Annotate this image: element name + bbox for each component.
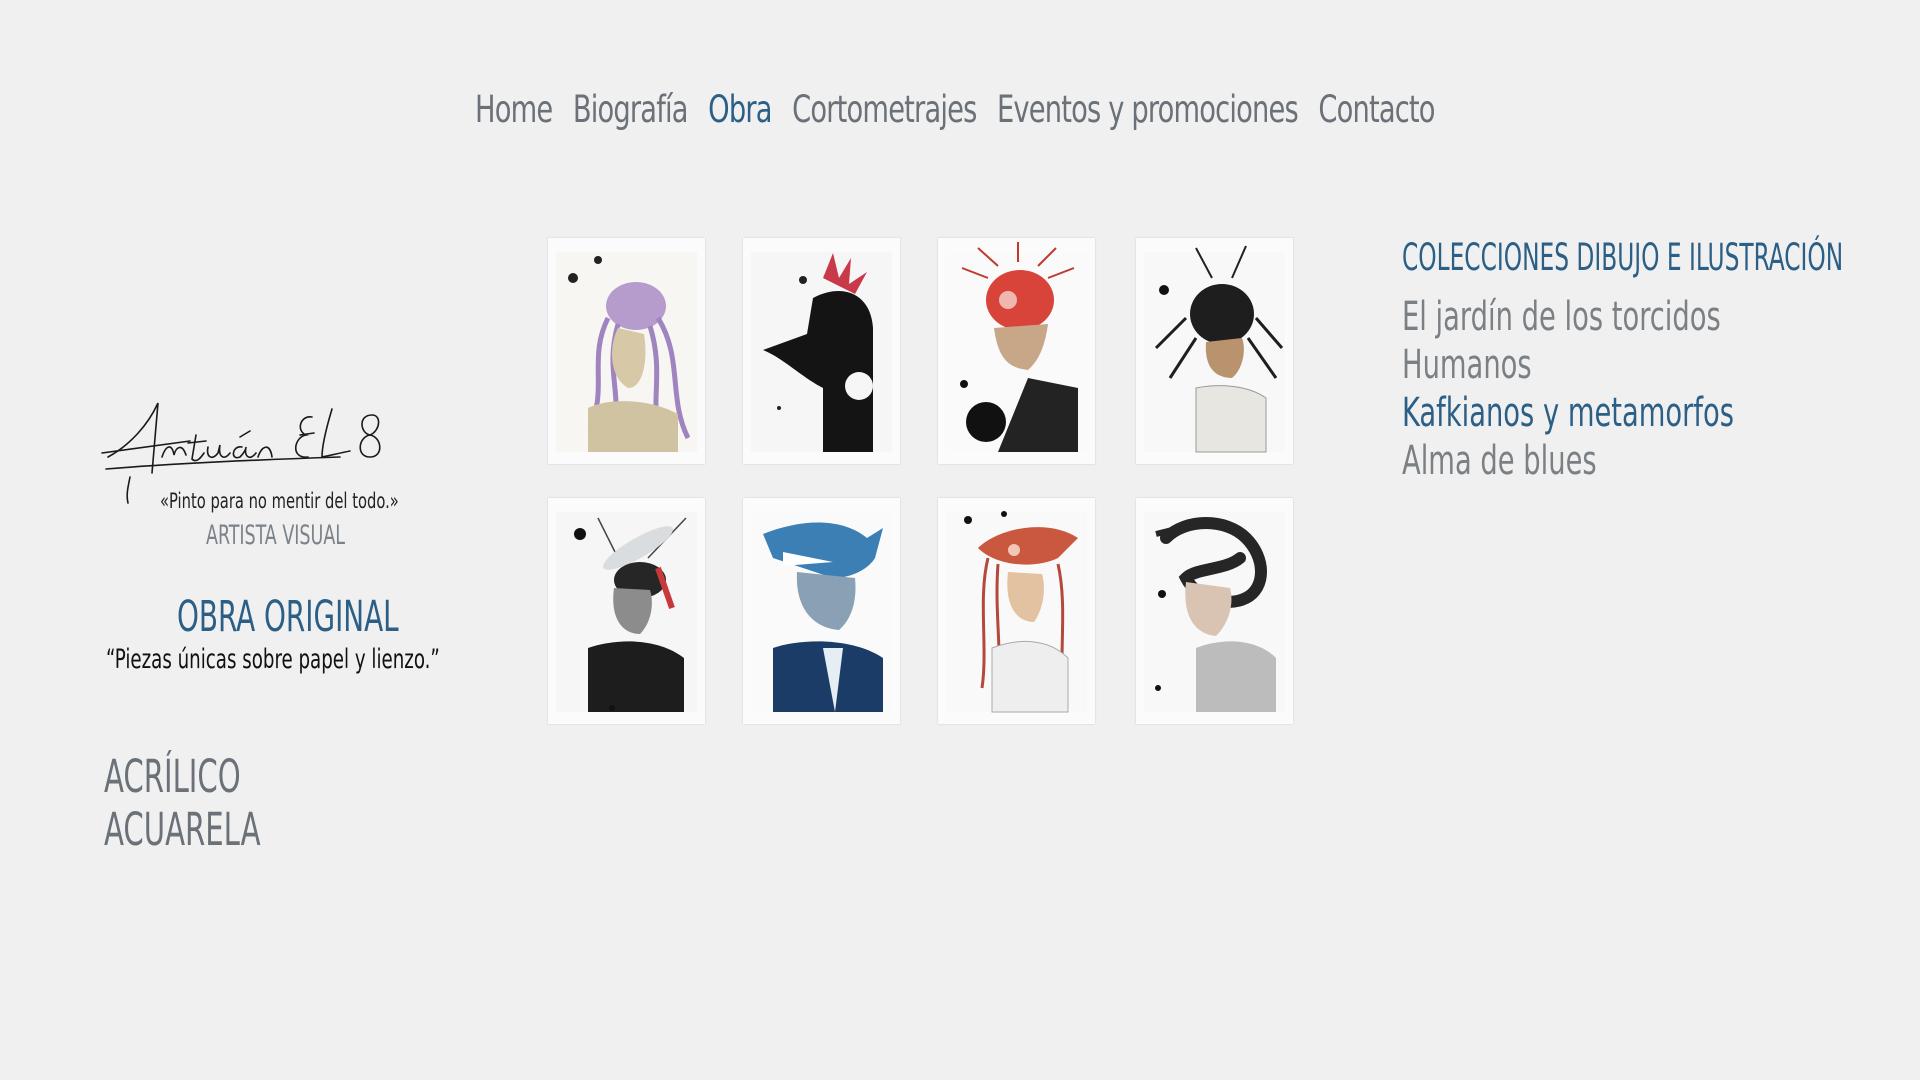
collections-list: El jardín de los torcidos Humanos Kafkia… <box>1402 293 1881 485</box>
section-quote: “Piezas únicas sobre papel y lienzo.” <box>106 644 440 675</box>
techniques-list: ACRÍLICO ACUARELA <box>104 750 261 856</box>
nav-obra[interactable]: Obra <box>708 88 772 131</box>
nav-home[interactable]: Home <box>475 88 553 131</box>
nav-biografia[interactable]: Biografía <box>573 88 689 131</box>
artwork-red-insect-man[interactable] <box>938 238 1095 464</box>
nav-cortometrajes[interactable]: Cortometrajes <box>792 88 977 131</box>
artwork-octopus-woman[interactable] <box>548 238 705 464</box>
technique-acuarela[interactable]: ACUARELA <box>104 803 261 856</box>
artwork-red-squid-girl[interactable] <box>938 498 1095 724</box>
collection-jardin[interactable]: El jardín de los torcidos <box>1402 293 1881 341</box>
collection-alma-de-blues[interactable]: Alma de blues <box>1402 437 1881 485</box>
nav-eventos[interactable]: Eventos y promociones <box>997 88 1299 131</box>
collections-title: COLECCIONES DIBUJO E ILUSTRACIÓN <box>1402 236 1844 279</box>
artwork-mosquito-man[interactable] <box>548 498 705 724</box>
collections-panel: COLECCIONES DIBUJO E ILUSTRACIÓN El jard… <box>1402 236 1920 485</box>
artwork-ant-man[interactable] <box>1136 238 1293 464</box>
main-nav: Home Biografía Obra Cortometrajes Evento… <box>475 88 1436 131</box>
nav-contacto[interactable]: Contacto <box>1318 88 1435 131</box>
artwork-shark-man[interactable] <box>743 498 900 724</box>
tagline: «Pinto para no mentir del todo.» <box>160 489 399 513</box>
artwork-crow-man[interactable] <box>743 238 900 464</box>
artwork-snake-woman[interactable] <box>1136 498 1293 724</box>
artwork-gallery <box>548 238 1294 724</box>
artist-role: ARTISTA VISUAL <box>206 520 346 551</box>
section-title: OBRA ORIGINAL <box>177 592 399 642</box>
technique-acrilico[interactable]: ACRÍLICO <box>104 750 261 803</box>
collection-humanos[interactable]: Humanos <box>1402 341 1881 389</box>
collection-kafkianos[interactable]: Kafkianos y metamorfos <box>1402 389 1881 437</box>
